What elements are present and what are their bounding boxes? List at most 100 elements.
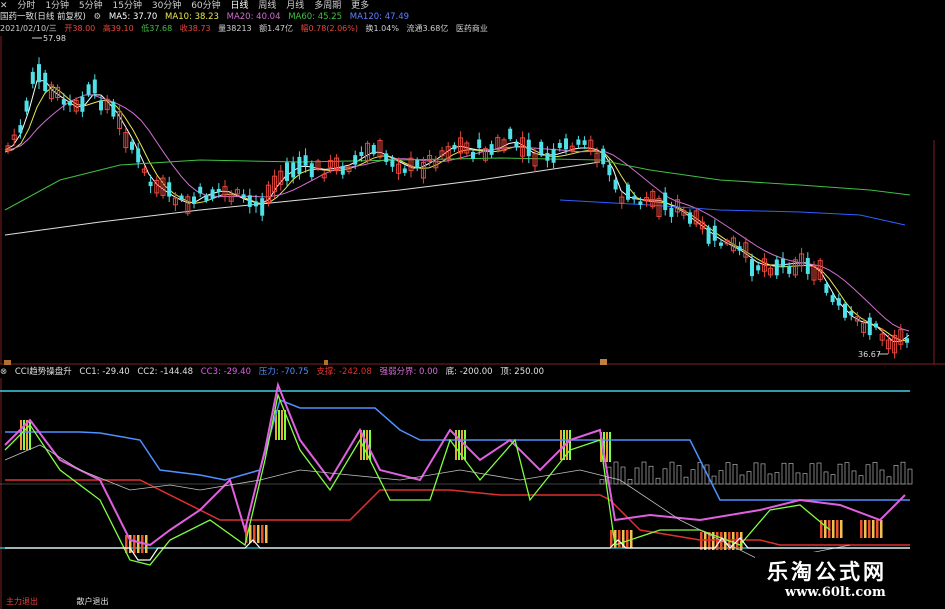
event-marker-2 [324, 360, 328, 365]
candle-body [415, 160, 420, 169]
candle-body [750, 258, 754, 277]
candle-body [787, 265, 792, 274]
cci-bar [739, 474, 745, 485]
cci-bar [669, 461, 675, 485]
cci-signal-bar [560, 430, 562, 460]
candle-body [37, 64, 41, 83]
candle-body [905, 338, 909, 343]
candle-body [539, 141, 544, 155]
cci-bar [634, 467, 640, 485]
cci-signal-bar [868, 520, 871, 538]
candle-body [719, 242, 723, 246]
candle-body [30, 71, 35, 84]
candle-body [564, 138, 568, 150]
candle-body [576, 139, 581, 145]
cci-support-line [5, 479, 910, 546]
cci-bar [697, 461, 703, 485]
candle-body [297, 156, 302, 175]
candle-body [198, 186, 203, 194]
candle-body [303, 155, 308, 166]
cci-bar [809, 463, 815, 485]
cci-signal-bar [626, 530, 629, 548]
cci-signal-bar [137, 535, 140, 553]
cci-legend: ⊗ CCI趋势操盘升 CC1: -29.40 CC2: -144.48 CC3:… [0, 366, 549, 378]
cci-bar [788, 463, 794, 485]
candle-body [781, 258, 785, 267]
candle-body [247, 195, 252, 207]
cci-bar [732, 464, 738, 485]
cci-signal-bar [824, 520, 827, 538]
candle-body [607, 164, 612, 176]
cci-signal-bar [864, 520, 867, 538]
cci-bar [655, 477, 661, 485]
cci-bar [865, 464, 871, 485]
cci-signal-bar [257, 525, 260, 543]
candle-body [167, 182, 172, 197]
candle-body [241, 194, 246, 198]
watermark: 乐淘公式网 www.60lt.com [755, 552, 945, 609]
candle-body [737, 246, 742, 251]
candle-body [216, 188, 221, 193]
cci-signal-bar [832, 520, 835, 538]
candle-body [712, 225, 717, 241]
cci-cc2: CC2: -144.48 [137, 367, 194, 377]
candle-body [830, 295, 835, 303]
cci-bar [823, 471, 829, 485]
cci-signal-bar [606, 432, 608, 462]
retail-exit-label: 散户退出 [76, 597, 109, 606]
high-price-label: 57.98 [43, 34, 66, 43]
cci-signal-bar [261, 525, 264, 543]
cci-bar [725, 462, 731, 485]
candle-body [471, 151, 475, 159]
candle-body [179, 195, 184, 200]
candle-body [18, 125, 23, 133]
candle-body [340, 166, 345, 175]
event-marker-3 [600, 359, 607, 365]
candle-body [836, 298, 841, 306]
candle-body [390, 160, 395, 167]
cci-bar [872, 462, 878, 485]
cci-signal-bar [840, 520, 843, 538]
cci-bar [627, 479, 633, 485]
cci-bar [781, 462, 787, 485]
cci-bar [599, 479, 605, 485]
ma120-line [559, 199, 906, 226]
cci-bar [795, 472, 801, 485]
cci-bar [648, 465, 654, 485]
bottom-labels: 主力退出 散户退出 [6, 596, 145, 607]
cci-trend-line: 强弱分界: 0.00 [379, 367, 438, 377]
candle-body [192, 196, 196, 204]
cci-bar [907, 468, 913, 485]
candle-body [663, 192, 668, 211]
cci-bar [774, 472, 780, 485]
cci-bar [641, 461, 647, 485]
watermark-cn: 乐淘公式网 [767, 560, 887, 584]
cci-title[interactable]: CCI趋势操盘升 [15, 367, 72, 377]
candle-body [24, 100, 29, 112]
cci-cc1: CC1: -29.40 [79, 367, 130, 377]
cci-volume-bars [20, 410, 913, 553]
cci-close-icon[interactable]: ⊗ [0, 367, 7, 377]
cci-bar [718, 470, 724, 485]
cci-signal-bar [458, 430, 460, 460]
candle-body [824, 283, 829, 293]
watermark-url: www.60lt.com [785, 585, 886, 600]
cci-bar [844, 462, 850, 485]
main-exit-label: 主力退出 [6, 597, 38, 606]
cci-signal-bar [716, 532, 719, 550]
cci-bar [851, 470, 857, 485]
cci-pressure: 压力: -70.75 [258, 367, 309, 377]
candle-body [452, 144, 457, 150]
candle-body [613, 179, 618, 190]
cci-bar [690, 469, 696, 485]
candle-body [148, 181, 153, 187]
candle-body [874, 323, 878, 328]
candle-body [805, 257, 810, 274]
cci-bar [662, 468, 668, 485]
ma-lines [4, 80, 911, 342]
kline-chart[interactable]: 57.98 36.67 [0, 0, 945, 609]
cci-support: 支撑: -242.08 [316, 367, 372, 377]
candle-body [68, 101, 72, 106]
candle-body [254, 201, 258, 207]
candle-body [706, 227, 711, 244]
